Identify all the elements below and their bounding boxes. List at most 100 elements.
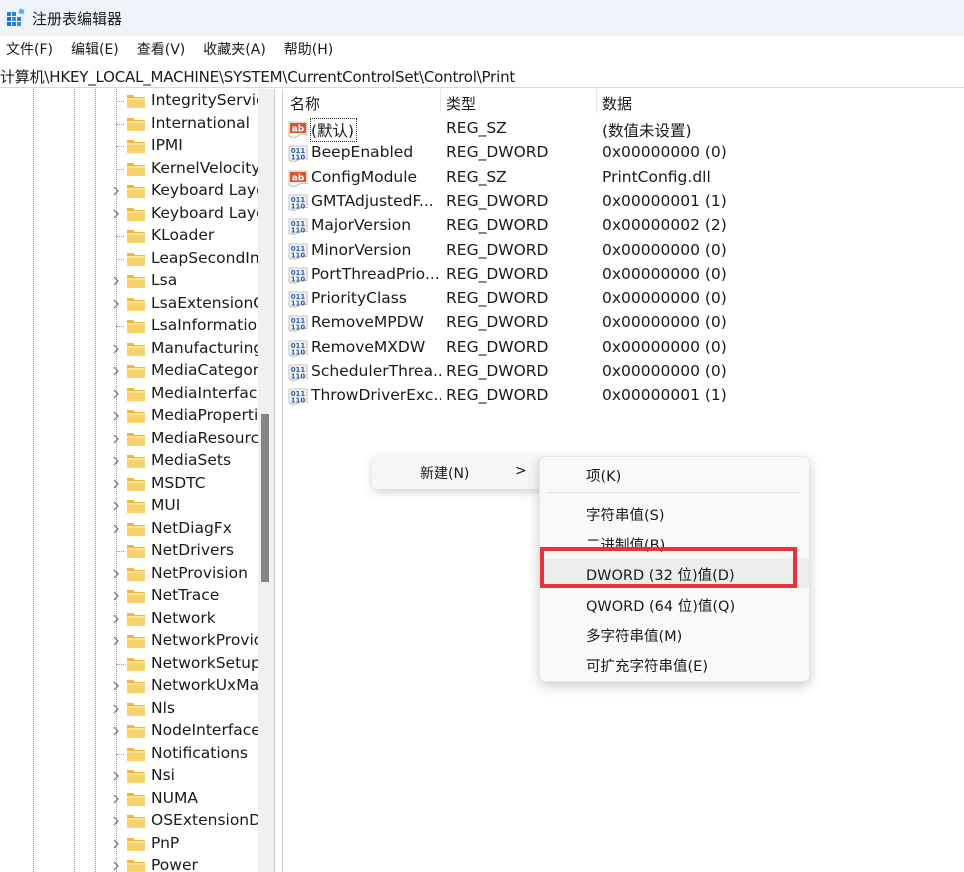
tree-item[interactable]: Keyboard Layout xyxy=(0,180,258,203)
tree-item[interactable]: Notifications xyxy=(0,743,258,766)
tree-item[interactable]: IntegrityServices xyxy=(0,90,258,113)
value-row[interactable]: 011 110 BeepEnabled REG_DWORD 0x00000000 (0) xyxy=(284,141,964,165)
column-header-type[interactable]: 类型 xyxy=(446,93,476,114)
tree-item[interactable]: LsaInformation xyxy=(0,315,258,338)
tree-item[interactable]: NetworkUxManager xyxy=(0,675,258,698)
expand-chevron-icon[interactable] xyxy=(110,588,122,604)
submenu-item-qword[interactable]: QWORD (64 位)值(Q) xyxy=(540,589,809,619)
value-row[interactable]: ab ConfigModule REG_SZ PrintConfig.dll xyxy=(284,166,964,190)
value-row[interactable]: 011 110 RemoveMPDW REG_DWORD 0x00000000 (0) xyxy=(284,311,964,335)
tree-item[interactable]: NodeInterfaces xyxy=(0,720,258,743)
pane-splitter[interactable] xyxy=(275,89,283,872)
value-row[interactable]: 011 110 RemoveMXDW REG_DWORD 0x00000000 (0) xyxy=(284,336,964,360)
tree-item[interactable]: OSExtensionDatabase xyxy=(0,810,258,833)
tree-item[interactable]: MediaCategories xyxy=(0,360,258,383)
expand-chevron-icon[interactable] xyxy=(110,678,122,694)
expand-chevron-icon[interactable] xyxy=(110,386,122,402)
tree-item[interactable]: ManufacturingMode xyxy=(0,338,258,361)
tree-item[interactable]: MediaInterfaces xyxy=(0,383,258,406)
expand-chevron-icon[interactable] xyxy=(110,273,122,289)
expand-chevron-icon[interactable] xyxy=(110,701,122,717)
tree-item[interactable]: NetDiagFx xyxy=(0,518,258,541)
tree-item[interactable]: KernelVelocity xyxy=(0,158,258,181)
tree-item[interactable]: MSDTC xyxy=(0,473,258,496)
expand-chevron-icon[interactable] xyxy=(110,611,122,627)
expand-chevron-icon[interactable] xyxy=(110,296,122,312)
submenu-item-multi-string[interactable]: 多字符串值(M) xyxy=(540,619,809,649)
expand-chevron-icon[interactable] xyxy=(110,768,122,784)
submenu-item-key[interactable]: 项(K) xyxy=(540,459,809,489)
column-header-data[interactable]: 数据 xyxy=(602,93,632,114)
tree-item[interactable]: Nls xyxy=(0,698,258,721)
expand-chevron-icon[interactable] xyxy=(110,363,122,379)
column-header-name[interactable]: 名称 xyxy=(290,93,320,114)
folder-icon xyxy=(126,746,146,762)
submenu-item-string[interactable]: 字符串值(S) xyxy=(540,498,809,528)
expand-chevron-icon[interactable] xyxy=(110,498,122,514)
window-title: 注册表编辑器 xyxy=(32,10,123,28)
tree-item[interactable]: PnP xyxy=(0,833,258,856)
value-row[interactable]: 011 110 SchedulerThrea... REG_DWORD 0x000000… xyxy=(284,360,964,384)
expand-chevron-icon[interactable] xyxy=(110,813,122,829)
tree-item[interactable]: NetProvision xyxy=(0,563,258,586)
value-row[interactable]: 011 110 ThrowDriverExc... REG_DWORD 0x000000… xyxy=(284,384,964,408)
tree-item[interactable]: MUI xyxy=(0,495,258,518)
tree-item[interactable]: LeapSecondInformation xyxy=(0,248,258,271)
expand-chevron-icon[interactable] xyxy=(110,341,122,357)
expand-chevron-icon[interactable] xyxy=(110,791,122,807)
tree-item[interactable]: MediaResources xyxy=(0,428,258,451)
menu-item-new[interactable]: 新建(N) xyxy=(420,463,469,483)
menu-view[interactable]: 查看(V) xyxy=(131,39,194,59)
expand-chevron-icon[interactable] xyxy=(110,183,122,199)
tree-item[interactable]: International xyxy=(0,113,258,136)
expand-chevron-icon[interactable] xyxy=(110,633,122,649)
tree-item[interactable]: NetTrace xyxy=(0,585,258,608)
tree-item[interactable]: LsaExtensionConfig xyxy=(0,293,258,316)
menu-favorites[interactable]: 收藏夹(A) xyxy=(197,39,274,59)
expand-chevron-icon[interactable] xyxy=(110,476,122,492)
expand-chevron-icon[interactable] xyxy=(110,858,122,872)
tree-item[interactable]: NetDrivers xyxy=(0,540,258,563)
tree-item[interactable]: Nsi xyxy=(0,765,258,788)
tree-item[interactable]: Power xyxy=(0,855,258,872)
column-separator[interactable] xyxy=(440,89,441,113)
expand-chevron-icon[interactable] xyxy=(110,566,122,582)
value-data: 0x00000001 (1) xyxy=(602,191,727,210)
folder-icon xyxy=(126,386,146,402)
expand-chevron-icon[interactable] xyxy=(110,836,122,852)
tree-item[interactable]: NUMA xyxy=(0,788,258,811)
tree-item[interactable]: NetworkSetup2 xyxy=(0,653,258,676)
tree-scrollbar-thumb[interactable] xyxy=(261,414,269,582)
tree-item-label: International xyxy=(151,113,250,132)
expand-chevron-icon[interactable] xyxy=(110,723,122,739)
value-row[interactable]: 011 110 MinorVersion REG_DWORD 0x00000000 (0… xyxy=(284,239,964,263)
submenu-item-label: 字符串值(S) xyxy=(586,508,665,524)
address-bar[interactable]: 计算机\HKEY_LOCAL_MACHINE\SYSTEM\CurrentCon… xyxy=(0,62,964,88)
address-path[interactable]: 计算机\HKEY_LOCAL_MACHINE\SYSTEM\CurrentCon… xyxy=(0,66,515,87)
value-row[interactable]: 011 110 PortThreadPrio... REG_DWORD 0x000000… xyxy=(284,263,964,287)
tree-item[interactable]: Keyboard Layouts xyxy=(0,203,258,226)
tree-item[interactable]: IPMI xyxy=(0,135,258,158)
submenu-item-dword[interactable]: DWORD (32 位)值(D) xyxy=(540,558,809,588)
tree-item[interactable]: Network xyxy=(0,608,258,631)
value-row[interactable]: 011 110 MajorVersion REG_DWORD 0x00000002 (2… xyxy=(284,214,964,238)
expand-chevron-icon[interactable] xyxy=(110,521,122,537)
tree-item[interactable]: MediaSets xyxy=(0,450,258,473)
tree-item[interactable]: Lsa xyxy=(0,270,258,293)
expand-chevron-icon[interactable] xyxy=(110,453,122,469)
menu-file[interactable]: 文件(F) xyxy=(0,39,61,59)
menu-edit[interactable]: 编辑(E) xyxy=(65,39,127,59)
expand-chevron-icon[interactable] xyxy=(110,206,122,222)
value-row[interactable]: ab (默认) REG_SZ (数值未设置) xyxy=(284,117,964,142)
tree-item[interactable]: KLoader xyxy=(0,225,258,248)
tree-item[interactable]: MediaProperties xyxy=(0,405,258,428)
value-row[interactable]: 011 110 GMTAdjustedF... REG_DWORD 0x00000001… xyxy=(284,190,964,214)
value-row[interactable]: 011 110 PriorityClass REG_DWORD 0x00000000 (… xyxy=(284,287,964,311)
submenu-item-binary[interactable]: 二进制值(B) xyxy=(540,528,809,558)
submenu-item-expandable-string[interactable]: 可扩充字符串值(E) xyxy=(540,649,809,679)
expand-chevron-icon[interactable] xyxy=(110,431,122,447)
expand-chevron-icon[interactable] xyxy=(110,408,122,424)
column-separator[interactable] xyxy=(596,89,597,113)
menu-help[interactable]: 帮助(H) xyxy=(278,39,341,59)
tree-item[interactable]: NetworkProvider xyxy=(0,630,258,653)
